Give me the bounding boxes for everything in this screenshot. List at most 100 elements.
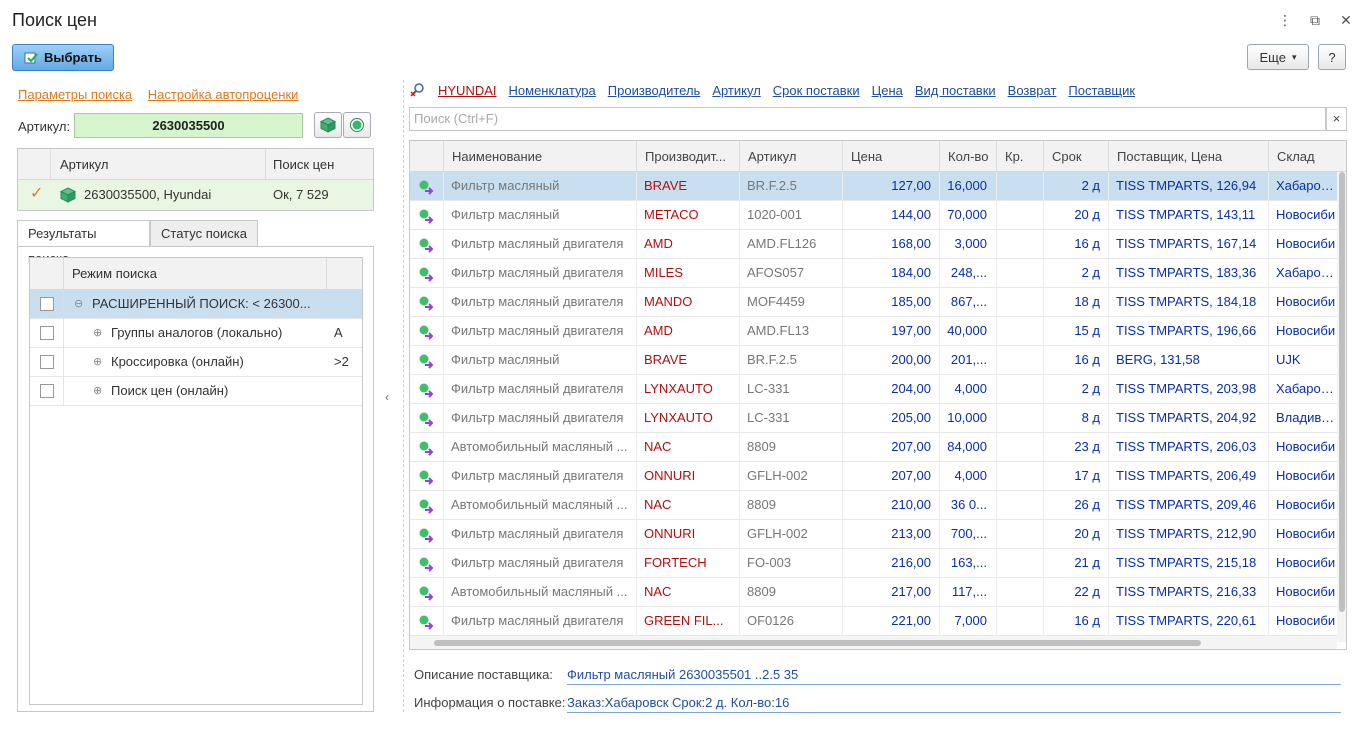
filter-link-return[interactable]: Возврат: [1008, 83, 1057, 98]
col-manufacturer[interactable]: Производит...: [636, 141, 739, 172]
filter-link-nomenclature[interactable]: Номенклатура: [509, 83, 596, 98]
cell-divider: [1108, 520, 1109, 549]
cell-manufacturer: ONNURI: [644, 468, 696, 483]
cell-price: 205,00: [891, 410, 931, 425]
cell-kr: [996, 317, 1036, 346]
table-row[interactable]: Фильтр масляный двигателя AMD AMD.FL13 197,…: [410, 317, 1337, 346]
cell-supplier: TISS TMPARTS, 220,61: [1116, 613, 1257, 628]
collapse-panel-icon[interactable]: ‹: [385, 390, 389, 404]
search-mode-row[interactable]: ⊕ Группы аналогов (локально) А: [30, 319, 362, 348]
table-row[interactable]: Автомобильный масляный ... NAC 8809 210,00 3…: [410, 491, 1337, 520]
cell-term: 15 д: [1074, 323, 1100, 338]
col-term[interactable]: Срок: [1043, 141, 1108, 172]
offers-table: Наименование Производит... Артикул Цена …: [409, 140, 1347, 650]
cell-supplier: TISS TMPARTS, 209,46: [1116, 497, 1257, 512]
search-input[interactable]: Поиск (Ctrl+F): [409, 107, 1326, 131]
offers-table-header: Наименование Производит... Артикул Цена …: [410, 141, 1346, 172]
cell-stock: Новосиби: [1276, 526, 1336, 541]
table-row[interactable]: Автомобильный масляный ... NAC 8809 217,00 1…: [410, 578, 1337, 607]
tab-search-results[interactable]: Результаты поиска: [17, 220, 150, 266]
table-row[interactable]: Фильтр масляный METACO 1020-001 144,00 70,00…: [410, 201, 1337, 230]
search-mode-row[interactable]: ⊖ РАСШИРЕННЫЙ ПОИСК: < 26300...: [30, 290, 362, 319]
cell-stock: Новосиби: [1276, 613, 1336, 628]
search-mode-row[interactable]: ⊕ Кроссировка (онлайн) >2: [30, 348, 362, 377]
row-checkbox[interactable]: [40, 326, 54, 340]
cell-name: Автомобильный масляный ...: [451, 439, 628, 454]
cell-kr: [996, 578, 1036, 607]
panel-splitter[interactable]: [403, 80, 404, 712]
table-row[interactable]: Фильтр масляный двигателя LYNXAUTO LC-331 2…: [410, 404, 1337, 433]
search-mode-value: А: [334, 325, 343, 340]
search-mode-grid: Режим поиска ⊖ РАСШИРЕННЫЙ ПОИСК: < 2630…: [29, 257, 363, 705]
vertical-scrollbar[interactable]: [1337, 172, 1346, 642]
autopricing-settings-link[interactable]: Настройка автопроценки: [148, 87, 299, 102]
supplier-description-value: Фильтр масляный 2630035501 ..2.5 35: [567, 667, 1341, 685]
col-quantity[interactable]: Кол-во: [939, 141, 996, 172]
filter-link-manufacturer[interactable]: Производитель: [608, 83, 701, 98]
table-row[interactable]: Фильтр масляный BRAVE BR.F.2.5 200,00 201,..…: [410, 346, 1337, 375]
cell-term: 2 д: [1081, 178, 1100, 193]
table-row[interactable]: Фильтр масляный двигателя ONNURI GFLH-002 2…: [410, 520, 1337, 549]
restore-icon[interactable]: ⧉: [1306, 12, 1324, 29]
cell-manufacturer: LYNXAUTO: [644, 410, 713, 425]
row-checkbox[interactable]: [40, 297, 54, 311]
cell-article: LC-331: [747, 381, 790, 396]
table-row[interactable]: Фильтр масляный двигателя FORTECH FO-003 21…: [410, 549, 1337, 578]
search-clear-icon[interactable]: [410, 82, 426, 98]
close-icon[interactable]: ✕: [1337, 12, 1355, 29]
table-row[interactable]: Фильтр масляный двигателя GREEN FIL... OF0…: [410, 607, 1337, 636]
expand-tree-icon[interactable]: ⊕: [93, 326, 102, 339]
expand-tree-icon[interactable]: ⊕: [93, 384, 102, 397]
cell-divider: [1108, 201, 1109, 230]
vertical-scroll-thumb[interactable]: [1339, 172, 1345, 612]
filter-link-delivery-term[interactable]: Срок поставки: [773, 83, 860, 98]
filter-link-delivery-type[interactable]: Вид поставки: [915, 83, 996, 98]
col-article[interactable]: Артикул: [739, 141, 842, 172]
row-checkbox[interactable]: [40, 384, 54, 398]
query-grid-row[interactable]: ✓ 2630035500, Hyundai Ок, 7 529: [18, 180, 373, 210]
cell-stock: Новосиби: [1276, 323, 1336, 338]
offer-status-icon: [419, 296, 434, 311]
expand-tree-icon[interactable]: ⊕: [93, 355, 102, 368]
col-supplier[interactable]: Поставщик, Цена: [1108, 141, 1268, 172]
article-field[interactable]: 2630035500: [74, 113, 303, 138]
filter-link-article[interactable]: Артикул: [712, 83, 760, 98]
table-row[interactable]: Фильтр масляный двигателя MILES AFOS057 184…: [410, 259, 1337, 288]
table-row[interactable]: Фильтр масляный двигателя MANDO MOF4459 185…: [410, 288, 1337, 317]
search-mode-value: >2: [334, 354, 349, 369]
row-checkbox[interactable]: [40, 355, 54, 369]
query-grid-divider: [265, 149, 266, 180]
table-row[interactable]: Фильтр масляный двигателя AMD AMD.FL126 168…: [410, 230, 1337, 259]
filter-link-price[interactable]: Цена: [872, 83, 903, 98]
col-price[interactable]: Цена: [842, 141, 939, 172]
cube-search-button[interactable]: [314, 112, 342, 138]
cell-article: 8809: [747, 497, 776, 512]
help-button[interactable]: ?: [1318, 44, 1346, 70]
search-mode-row[interactable]: ⊕ Поиск цен (онлайн): [30, 377, 362, 406]
col-kr[interactable]: Кр.: [996, 141, 1043, 172]
collapse-tree-icon[interactable]: ⊖: [74, 297, 83, 310]
cell-term: 16 д: [1074, 236, 1100, 251]
more-button[interactable]: Еще ▾: [1247, 44, 1309, 70]
search-params-link[interactable]: Параметры поиска: [18, 87, 132, 102]
cell-divider: [1268, 433, 1269, 462]
status-button[interactable]: [343, 112, 371, 138]
select-button[interactable]: Выбрать: [12, 44, 114, 71]
col-stock[interactable]: Склад: [1268, 141, 1337, 172]
tab-search-status[interactable]: Статус поиска: [150, 220, 258, 247]
cell-divider: [1108, 317, 1109, 346]
filter-link-supplier[interactable]: Поставщик: [1068, 83, 1135, 98]
table-row[interactable]: Фильтр масляный двигателя ONNURI GFLH-002 2…: [410, 462, 1337, 491]
cell-divider: [636, 230, 637, 259]
table-row[interactable]: Автомобильный масляный ... NAC 8809 207,00 8…: [410, 433, 1337, 462]
col-name[interactable]: Наименование: [443, 141, 636, 172]
horizontal-scroll-thumb[interactable]: [434, 640, 1201, 646]
table-row[interactable]: Фильтр масляный BRAVE BR.F.2.5 127,00 16,000…: [410, 172, 1337, 201]
clear-search-icon[interactable]: ×: [1326, 107, 1347, 131]
horizontal-scrollbar[interactable]: [410, 636, 1337, 649]
filter-link-hyundai[interactable]: HYUNDAI: [438, 83, 497, 98]
cell-term: 20 д: [1074, 207, 1100, 222]
cell-manufacturer: NAC: [644, 439, 672, 454]
table-row[interactable]: Фильтр масляный двигателя LYNXAUTO LC-331 2…: [410, 375, 1337, 404]
menu-icon[interactable]: ⋮: [1276, 12, 1294, 29]
